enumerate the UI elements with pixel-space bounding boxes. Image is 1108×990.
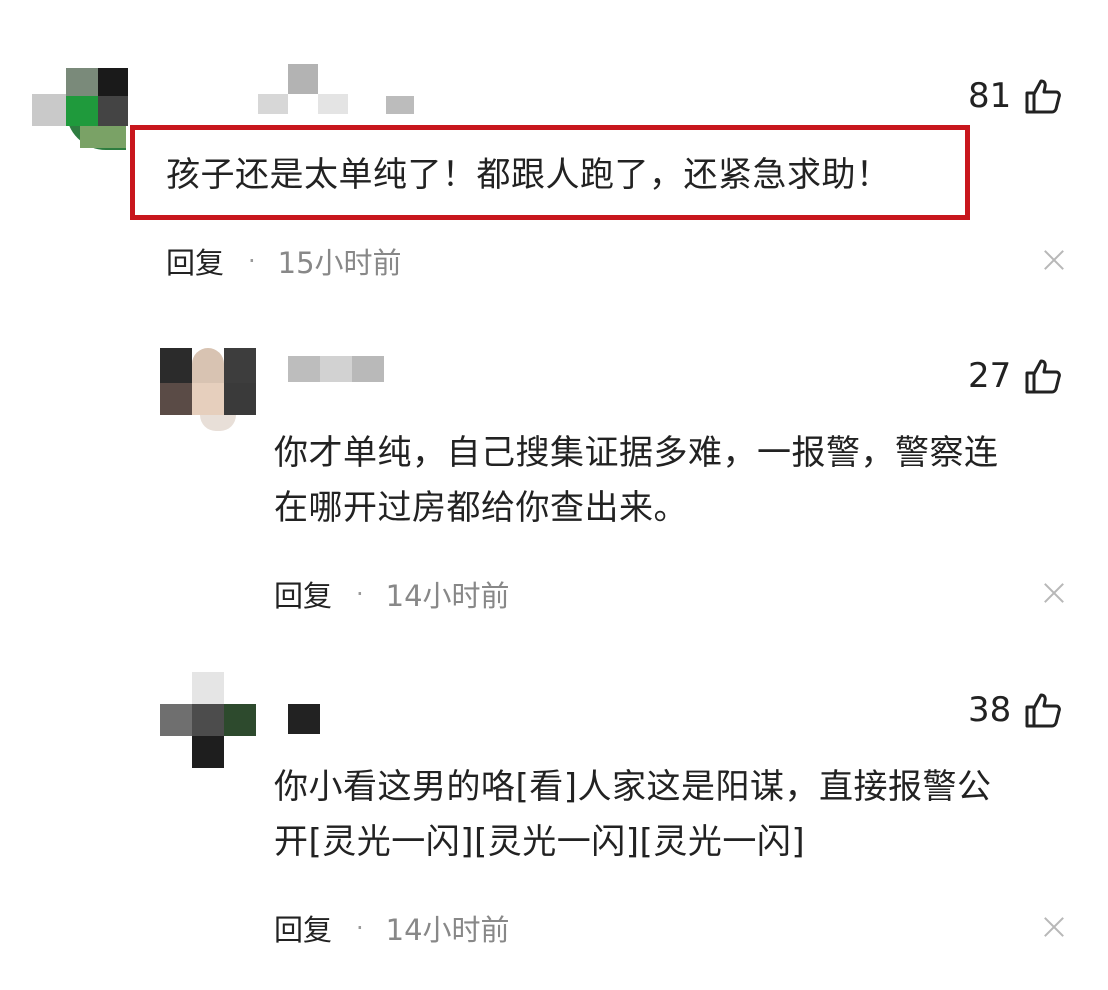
like-control[interactable]: 38: [968, 690, 1062, 730]
comment-text-line: 你小看这男的咯[看]人家这是阳谋，直接报警公: [274, 767, 992, 807]
like-count: 38: [968, 690, 1012, 730]
comment-text: 你小看这男的咯[看]人家这是阳谋，直接报警公 开[灵光一闪][灵光一闪][灵光一…: [274, 760, 1074, 870]
close-icon[interactable]: [1044, 917, 1064, 937]
comment-text-line: 开[灵光一闪][灵光一闪][灵光一闪]: [274, 822, 806, 862]
timestamp: 14小时前: [385, 913, 510, 947]
reply-button[interactable]: 回复: [274, 907, 332, 949]
comment-meta: 回复 · 14小时前: [274, 907, 510, 949]
comment-item: 38 你小看这男的咯[看]人家这是阳谋，直接报警公 开[灵光一闪][灵光一闪][…: [0, 0, 1108, 990]
meta-separator: ·: [356, 914, 364, 942]
avatar[interactable]: [160, 672, 260, 772]
thumbs-up-icon[interactable]: [1025, 692, 1062, 728]
